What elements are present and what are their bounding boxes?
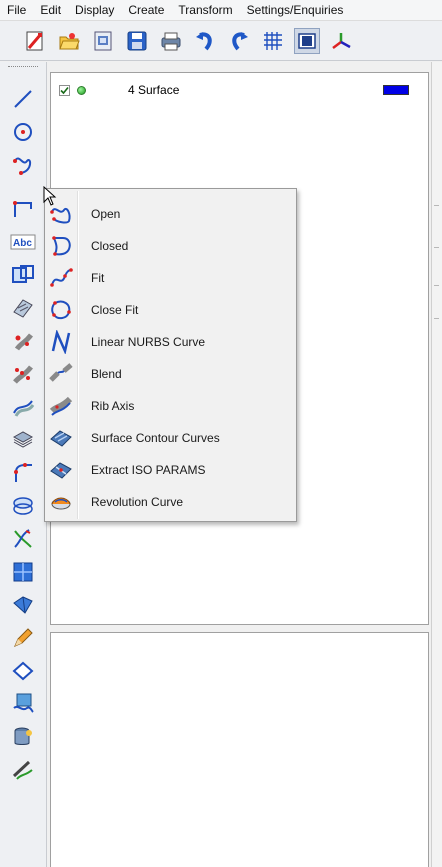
model-icon[interactable] xyxy=(90,28,116,54)
tree-row[interactable]: 4 Surface xyxy=(59,81,419,99)
grid-icon[interactable] xyxy=(260,28,286,54)
visibility-checkbox[interactable] xyxy=(59,84,70,96)
solid-icon[interactable] xyxy=(8,590,38,620)
fillet-icon[interactable] xyxy=(8,458,38,488)
axis-icon[interactable] xyxy=(328,28,354,54)
menu-item-closed[interactable]: Closed xyxy=(47,231,294,261)
menu-item-label: Open xyxy=(91,207,121,221)
menu-transform[interactable]: Transform xyxy=(171,0,239,20)
trim-icon[interactable] xyxy=(8,524,38,554)
menu-item-label: Close Fit xyxy=(91,303,139,317)
close-fit-curve-icon xyxy=(47,296,75,324)
nurbs-icon xyxy=(47,328,75,356)
menu-display[interactable]: Display xyxy=(68,0,121,20)
new-icon[interactable] xyxy=(22,28,48,54)
panel-divider xyxy=(434,285,439,286)
menu-bar: File Edit Display Create Transform Setti… xyxy=(0,0,442,21)
closed-curve-icon xyxy=(47,232,75,260)
stack-icon[interactable] xyxy=(8,425,38,455)
extract-iso-icon xyxy=(47,456,75,484)
menu-item-surface-contour[interactable]: Surface Contour Curves xyxy=(47,423,294,453)
offset-icon[interactable] xyxy=(8,392,38,422)
point-array-icon[interactable] xyxy=(8,359,38,389)
menu-create[interactable]: Create xyxy=(121,0,171,20)
intersect-icon[interactable] xyxy=(8,491,38,521)
menu-settings-enquiries[interactable]: Settings/Enquiries xyxy=(240,0,351,20)
fit-curve-icon xyxy=(47,264,75,292)
database-icon[interactable] xyxy=(8,722,38,752)
open-folder-icon[interactable] xyxy=(56,28,82,54)
menu-item-fit[interactable]: Fit xyxy=(47,263,294,293)
menu-item-open[interactable]: Open xyxy=(47,199,294,229)
box-icon[interactable] xyxy=(8,656,38,686)
print-icon[interactable] xyxy=(158,28,184,54)
sketch-icon[interactable] xyxy=(8,755,38,785)
rib-axis-icon xyxy=(47,392,75,420)
plane-icon[interactable] xyxy=(8,557,38,587)
menu-item-label: Linear NURBS Curve xyxy=(91,335,206,349)
menu-item-label: Revolution Curve xyxy=(91,495,184,509)
curve-context-menu: Open Closed Fit Close Fit Linear NURBS C… xyxy=(44,188,297,522)
menu-item-label: Fit xyxy=(91,271,105,285)
pencil-icon[interactable] xyxy=(8,623,38,653)
toolbar-grip[interactable] xyxy=(8,66,38,69)
menu-item-extract-iso[interactable]: Extract ISO PARAMS xyxy=(47,455,294,485)
mesh-icon[interactable] xyxy=(8,689,38,719)
view-mode-icon[interactable] xyxy=(294,27,320,54)
menu-item-label: Blend xyxy=(91,367,122,381)
menu-edit[interactable]: Edit xyxy=(33,0,68,20)
save-icon[interactable] xyxy=(124,28,150,54)
point-icon[interactable] xyxy=(8,326,38,356)
properties-panel xyxy=(50,632,429,867)
right-panel-edge xyxy=(431,62,442,867)
redo-icon[interactable] xyxy=(226,28,252,54)
panel-divider xyxy=(434,247,439,248)
main-toolbar xyxy=(0,21,442,61)
menu-item-linear-nurbs[interactable]: Linear NURBS Curve xyxy=(47,327,294,357)
circle-icon[interactable] xyxy=(8,117,38,147)
status-dot-icon xyxy=(77,85,86,95)
panel-divider xyxy=(434,205,439,206)
menu-item-blend[interactable]: Blend xyxy=(47,359,294,389)
view-icon[interactable] xyxy=(8,260,38,290)
undo-icon[interactable] xyxy=(192,28,218,54)
mouse-cursor-icon xyxy=(43,185,57,209)
color-swatch[interactable] xyxy=(383,85,409,95)
menu-item-label: Rib Axis xyxy=(91,399,135,413)
line-icon[interactable] xyxy=(8,84,38,114)
blend-icon xyxy=(47,360,75,388)
panel-divider xyxy=(434,318,439,319)
menu-item-close-fit[interactable]: Close Fit xyxy=(47,295,294,325)
revolution-curve-icon xyxy=(47,488,75,516)
menu-item-rib-axis[interactable]: Rib Axis xyxy=(47,391,294,421)
menu-item-revolution-curve[interactable]: Revolution Curve xyxy=(47,487,294,517)
menu-item-label: Closed xyxy=(91,239,129,253)
menu-item-label: Surface Contour Curves xyxy=(91,431,220,445)
dimension-icon[interactable] xyxy=(8,194,38,224)
menu-file[interactable]: File xyxy=(0,0,33,20)
menu-item-label: Extract ISO PARAMS xyxy=(91,463,206,477)
surface-icon[interactable] xyxy=(8,293,38,323)
curve-icon[interactable] xyxy=(8,150,38,180)
surface-contour-icon xyxy=(47,424,75,452)
svg-text:Abc: Abc xyxy=(13,238,32,249)
tree-row-label: 4 Surface xyxy=(128,83,180,97)
text-icon[interactable]: Abc xyxy=(8,227,38,257)
